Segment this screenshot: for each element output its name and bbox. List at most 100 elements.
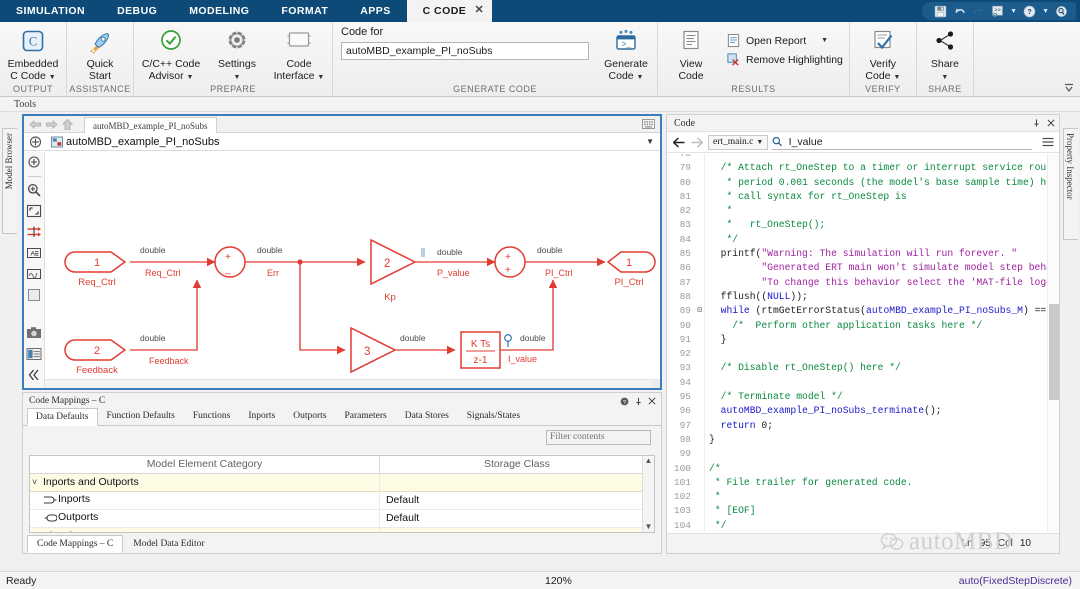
chevron-down-icon[interactable]: ▼ <box>646 137 654 146</box>
close-icon[interactable]: ✕ <box>475 4 485 16</box>
close-icon[interactable] <box>648 397 656 405</box>
subsystem-icon[interactable] <box>26 287 42 303</box>
chevron-down-icon[interactable]: ▼ <box>756 139 763 146</box>
code-file-selector[interactable]: ert_main.c ▼ <box>708 135 768 150</box>
ribbon-tab-debug[interactable]: DEBUG <box>101 0 173 22</box>
redo-icon[interactable] <box>972 5 985 18</box>
code-interface-button[interactable]: Code Interface ▼ <box>268 25 330 82</box>
code-advisor-button[interactable]: C/C++ Code Advisor ▼ <box>136 25 206 82</box>
scroll-up-icon[interactable]: ▲ <box>645 456 653 466</box>
pin-icon[interactable] <box>1033 118 1040 128</box>
status-zoom-level[interactable]: 120% <box>545 575 572 587</box>
code-mappings-vertical-scrollbar[interactable]: ▲ ▼ <box>642 456 654 532</box>
code-editor[interactable]: 7879808182838485868788899091929394959697… <box>667 154 1059 532</box>
property-inspector-tab[interactable]: Property Inspector <box>1063 128 1078 240</box>
open-report-button[interactable]: Open Report ▼ <box>722 31 847 50</box>
code-vertical-scrollbar[interactable] <box>1047 154 1059 532</box>
verify-code-button[interactable]: Verify Code ▼ <box>852 25 914 82</box>
collapse-ribbon-icon[interactable] <box>1064 83 1074 93</box>
column-header-storage-class[interactable]: Storage Class <box>379 456 654 473</box>
table-row[interactable]: Inports Default <box>30 491 654 509</box>
tab-inports[interactable]: Inports <box>239 407 284 425</box>
signal-lines-icon[interactable] <box>26 224 42 240</box>
chevron-down-icon[interactable]: ▼ <box>893 74 900 81</box>
model-browser-tab[interactable]: Model Browser <box>2 128 17 234</box>
code-text[interactable]: /* Attach rt_OneStep to a timer or inter… <box>704 154 1059 532</box>
tab-parameters[interactable]: Parameters <box>336 407 396 425</box>
chevron-down-icon[interactable]: ▼ <box>234 74 241 81</box>
up-arrow-icon[interactable] <box>60 118 75 131</box>
help-icon[interactable]: ? <box>1023 5 1036 18</box>
chevron-down-icon[interactable]: ▼ <box>187 74 194 81</box>
simulink-block-diagram[interactable]: 1 Req_Ctrl double Req_Ctrl 2 Feedback do… <box>45 152 660 388</box>
save-icon[interactable] <box>934 5 947 18</box>
column-header-category[interactable]: Model Element Category <box>30 456 379 473</box>
camera-snapshot-icon[interactable] <box>26 325 42 341</box>
chevron-down-icon[interactable]: ▼ <box>1042 8 1049 15</box>
remove-highlighting-button[interactable]: Remove Highlighting <box>722 50 847 69</box>
tab-data-stores[interactable]: Data Stores <box>396 407 458 425</box>
collapse-palette-icon[interactable] <box>26 367 42 383</box>
cell-storage-class[interactable]: Default <box>379 509 654 527</box>
code-search-box[interactable] <box>772 135 1032 150</box>
table-row[interactable]: ˅Signals <box>30 527 654 533</box>
chevron-down-icon[interactable]: ▼ <box>49 74 56 81</box>
annotation-icon[interactable]: A <box>26 245 42 261</box>
ribbon-tab-apps[interactable]: APPS <box>344 0 406 22</box>
undo-icon[interactable] <box>953 5 966 18</box>
bottom-tab-model-data-editor[interactable]: Model Data Editor <box>123 535 214 553</box>
explore-model-icon[interactable] <box>26 134 45 150</box>
back-arrow-icon[interactable] <box>672 136 686 149</box>
diagram-horizontal-scrollbar[interactable] <box>45 379 651 388</box>
fit-to-screen-icon[interactable] <box>26 203 42 219</box>
tab-signals-states[interactable]: Signals/States <box>458 407 529 425</box>
breadcrumb-tab[interactable]: autoMBD_example_PI_noSubs <box>84 117 217 134</box>
ribbon-tab-modeling[interactable]: MODELING <box>173 0 265 22</box>
chevron-down-icon[interactable]: ▼ <box>637 74 644 81</box>
back-arrow-icon[interactable] <box>28 118 43 131</box>
code-fold-column[interactable]: ⊟ <box>695 154 704 532</box>
tab-functions[interactable]: Functions <box>184 407 239 425</box>
tab-outports[interactable]: Outports <box>284 407 335 425</box>
chevron-down-icon[interactable]: ▼ <box>1010 8 1017 15</box>
fit-to-view-icon[interactable] <box>26 154 42 170</box>
code-vertical-scroll-thumb[interactable] <box>1049 304 1059 400</box>
keyboard-shortcuts-icon[interactable] <box>642 119 655 129</box>
view-code-button[interactable]: View Code <box>660 25 722 82</box>
settings-button[interactable]: Settings ▼ <box>206 25 268 82</box>
generate-code-button[interactable]: >_ Generate Code ▼ <box>595 25 657 82</box>
close-icon[interactable] <box>1047 119 1055 127</box>
scroll-down-icon[interactable]: ▼ <box>645 522 653 532</box>
model-data-icon[interactable] <box>26 346 42 362</box>
ribbon-tab-format[interactable]: FORMAT <box>265 0 344 22</box>
chevron-down-icon[interactable]: ▼ <box>821 37 828 44</box>
ribbon-tab-simulation[interactable]: SIMULATION <box>0 0 101 22</box>
bottom-tab-code-mappings[interactable]: Code Mappings – C <box>27 535 123 553</box>
embedded-c-code-button[interactable]: C Embedded C Code ▼ <box>2 25 64 82</box>
status-solver[interactable]: auto(FixedStepDiscrete) <box>959 575 1072 587</box>
filter-contents-input[interactable] <box>546 430 651 445</box>
tab-function-defaults[interactable]: Function Defaults <box>98 407 184 425</box>
code-panel-menu-icon[interactable] <box>1042 137 1054 147</box>
share-button[interactable]: Share ▼ <box>919 25 971 82</box>
tab-data-defaults[interactable]: Data Defaults <box>27 408 98 426</box>
chevron-down-icon[interactable]: ˅ <box>32 477 43 487</box>
table-row[interactable]: ˅Inports and Outports <box>30 473 654 491</box>
quick-start-button[interactable]: Quick Start <box>69 25 131 82</box>
chevron-down-icon[interactable]: ▼ <box>941 74 948 81</box>
forward-arrow-icon[interactable] <box>44 118 59 131</box>
forward-arrow-icon[interactable] <box>690 136 704 149</box>
help-icon[interactable]: ? <box>620 397 629 406</box>
table-row[interactable]: Outports Default <box>30 509 654 527</box>
chevron-down-icon[interactable]: ▼ <box>317 74 324 81</box>
pin-icon[interactable] <box>635 397 642 406</box>
find-model-icon[interactable]: >> <box>991 5 1004 18</box>
cell-storage-class[interactable]: Default <box>379 491 654 509</box>
code-for-input[interactable] <box>341 42 589 60</box>
code-search-input[interactable] <box>787 135 1032 149</box>
chevron-down-icon[interactable]: ˅ <box>32 531 43 533</box>
search-icon[interactable] <box>1055 5 1068 18</box>
ribbon-tab-c-code[interactable]: C CODE ✕ <box>407 0 493 22</box>
zoom-in-icon[interactable] <box>26 182 42 198</box>
scope-viewer-icon[interactable] <box>26 266 42 282</box>
